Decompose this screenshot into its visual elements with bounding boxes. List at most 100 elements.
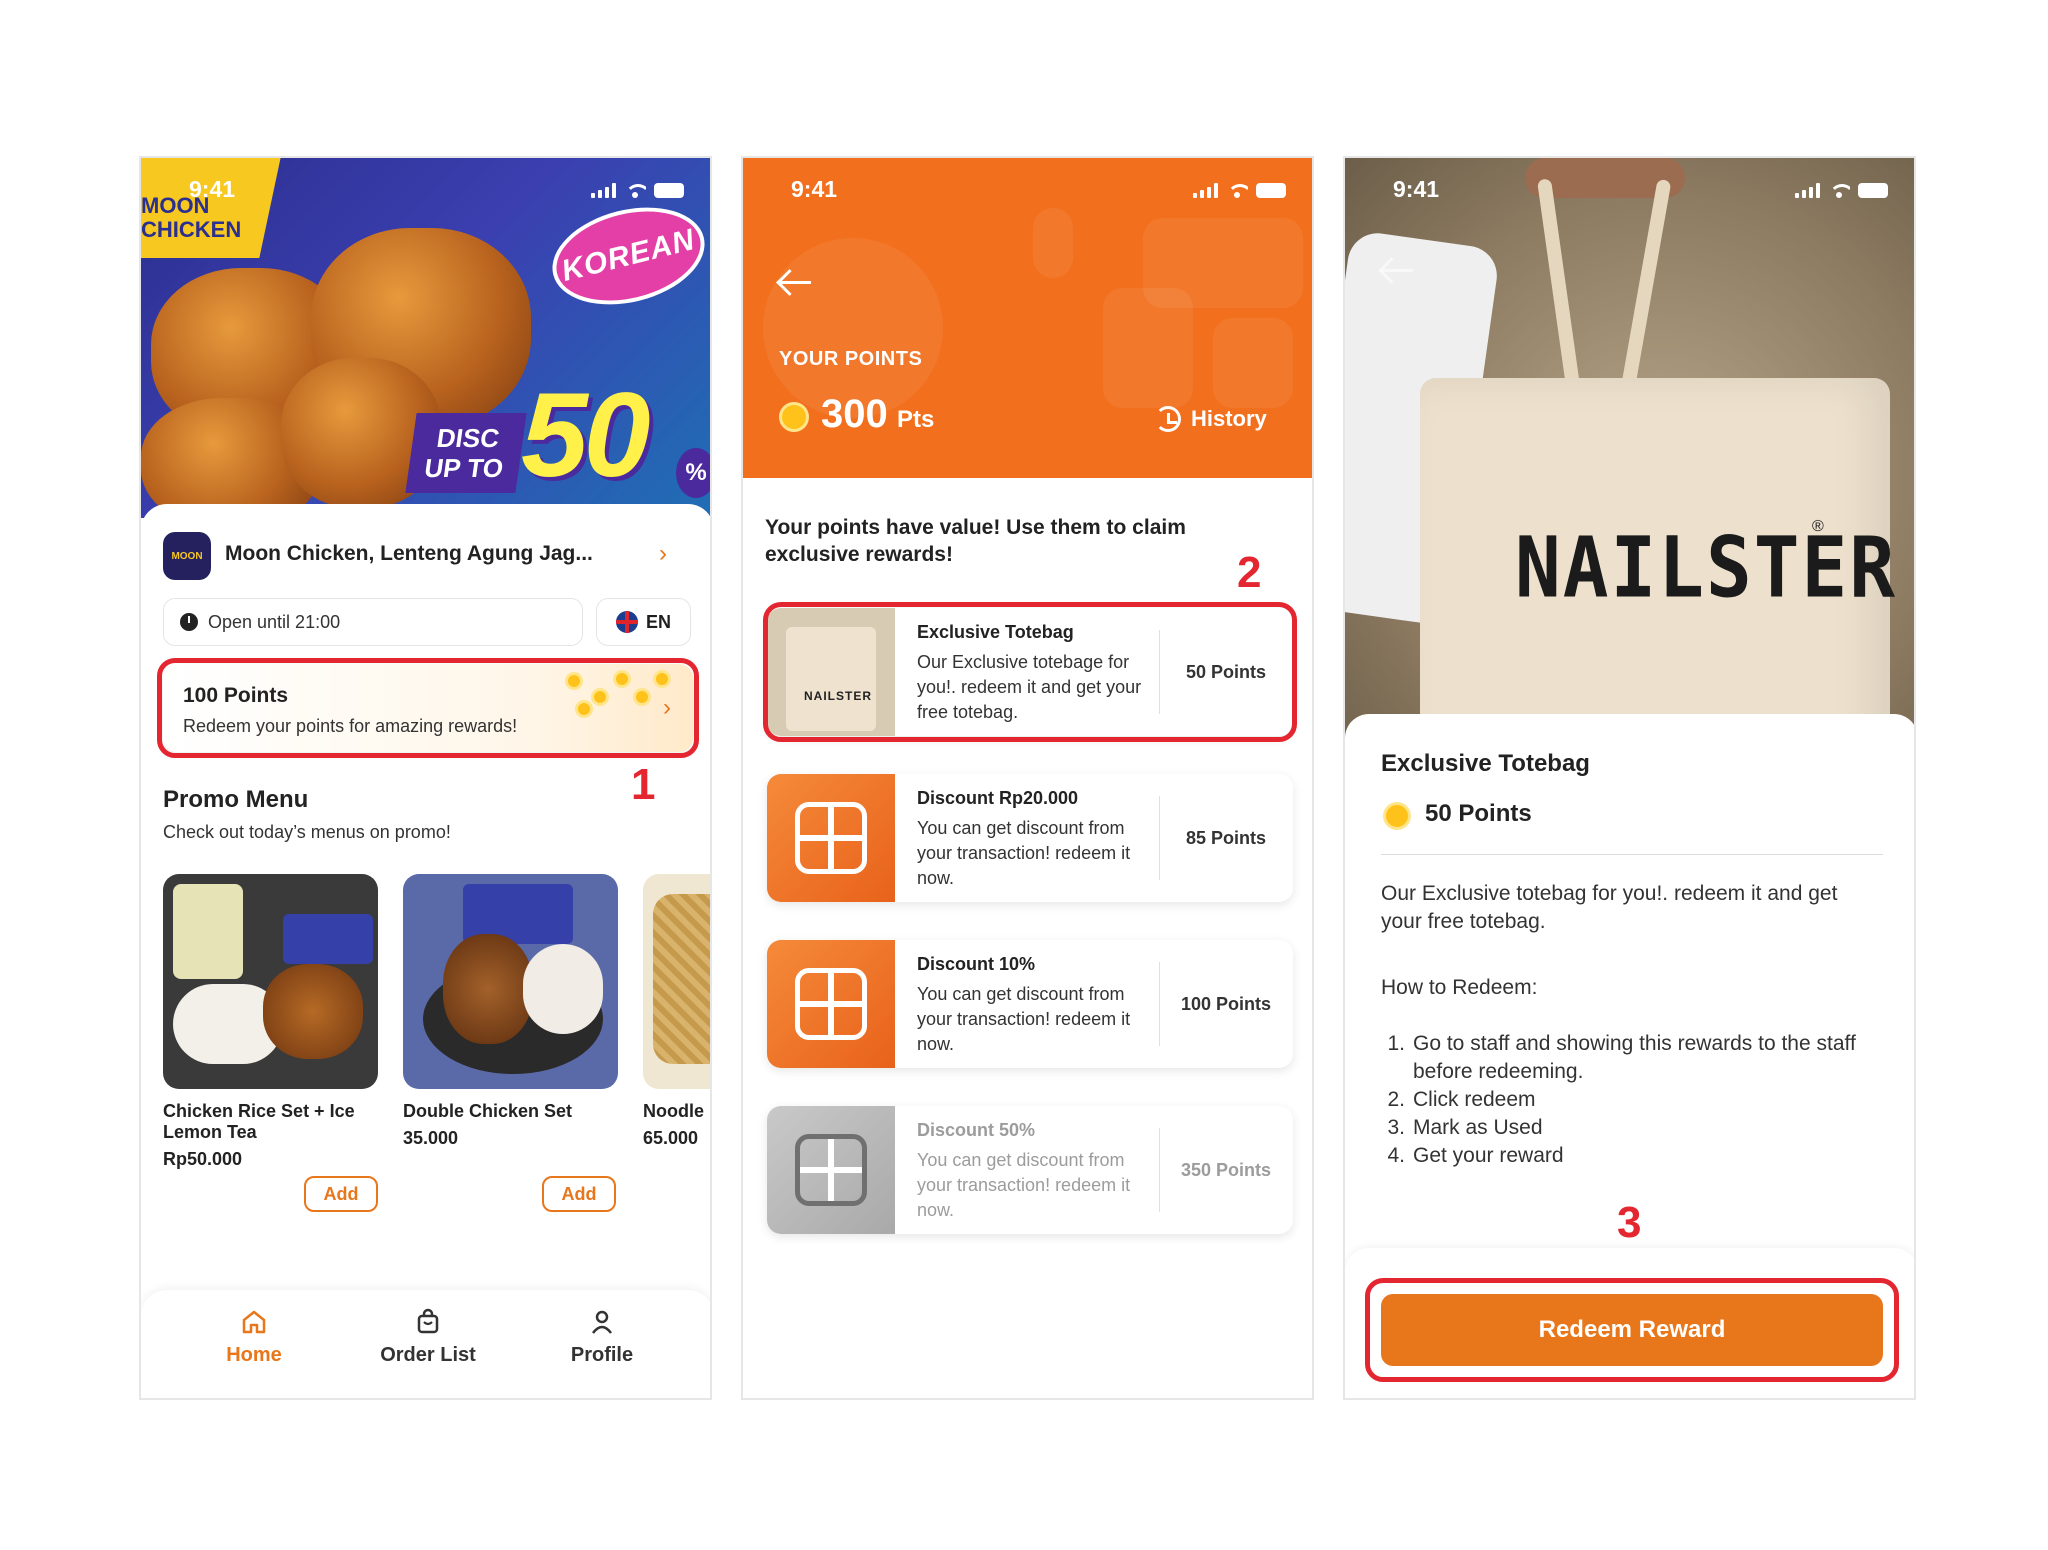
totebag-image: NAILSTER ® — [1420, 378, 1895, 738]
menu-item[interactable]: Noodle 65.000 — [643, 874, 710, 1149]
store-logo: MOON — [163, 532, 211, 580]
points-screen: 9:41 YOUR POINTS 300 Pts History Your po… — [741, 156, 1314, 1400]
menu-price: Rp50.000 — [163, 1149, 243, 1169]
reward-description: You can get discount from your transacti… — [917, 818, 1131, 888]
menu-image — [163, 874, 378, 1089]
clock-icon — [180, 613, 198, 631]
signal-icon — [1193, 182, 1218, 198]
menu-name: Noodle — [643, 1101, 704, 1121]
your-points-label: YOUR POINTS — [779, 348, 923, 370]
step-number: 3 — [1617, 1198, 1642, 1247]
bag-brand-logo: NAILSTER — [1515, 518, 1898, 617]
step-index: 2. — [1387, 1088, 1405, 1111]
highlight-box — [763, 602, 1297, 742]
step-text: Get your reward — [1413, 1144, 1564, 1167]
rewards-intro: Your points have value! Use them to clai… — [765, 516, 1186, 566]
registered-mark: ® — [1812, 518, 1824, 535]
step-index: 4. — [1387, 1144, 1405, 1167]
reward-name: Discount 10% — [917, 954, 1036, 974]
add-button[interactable]: Add — [542, 1176, 616, 1212]
add-button[interactable]: Add — [304, 1176, 378, 1212]
highlight-box — [1365, 1278, 1899, 1382]
disc-line-1: DISC — [434, 423, 502, 453]
step-text: Click redeem — [1413, 1088, 1536, 1111]
reward-name: Discount 50% — [917, 1120, 1036, 1140]
home-icon — [240, 1308, 268, 1336]
back-arrow-icon[interactable] — [1379, 256, 1415, 286]
reward-card[interactable]: Discount 10% You can get discount from y… — [767, 940, 1293, 1068]
reward-card-disabled: Discount 50% You can get discount from y… — [767, 1106, 1293, 1234]
battery-icon — [654, 182, 684, 198]
coin-icon — [1383, 802, 1411, 830]
redeem-step: 4. Get your reward — [1381, 1142, 1883, 1170]
nav-order-label: Order List — [380, 1344, 476, 1366]
menu-item[interactable]: Double Chicken Set 35.000 — [403, 874, 618, 1149]
reward-thumbnail — [767, 774, 895, 902]
home-content: MOON Moon Chicken, Lenteng Agung Jag... … — [141, 504, 710, 1234]
coin-icon — [779, 402, 809, 432]
divider — [1381, 854, 1883, 855]
step-index: 3. — [1387, 1116, 1405, 1139]
menu-price: 65.000 — [643, 1128, 699, 1148]
reward-description: You can get discount from your transacti… — [917, 1150, 1131, 1220]
reward-points: 85 Points — [1185, 827, 1267, 848]
reward-detail-screen: NAILSTER ® 9:41 Exclusive Totebag 50 Poi… — [1343, 156, 1916, 1400]
opening-hours-text: Open until 21:00 — [208, 611, 341, 632]
redeem-steps: 1. Go to staff and showing this rewards t… — [1381, 1030, 1883, 1170]
promo-banner[interactable]: MOON CHICKEN KOREAN DISC UP TO 50 % — [141, 158, 710, 518]
reward-description: You can get discount from your transacti… — [917, 984, 1131, 1054]
language-selector[interactable]: EN — [596, 598, 691, 646]
step-index: 1. — [1387, 1032, 1405, 1055]
korean-sticker: KOREAN — [542, 192, 710, 320]
redeem-step: 3. Mark as Used — [1381, 1114, 1883, 1142]
promo-title: Promo Menu — [163, 786, 309, 813]
points-unit: Pts — [897, 406, 935, 433]
history-label: History — [1191, 406, 1267, 431]
disc-line-2: UP TO — [422, 453, 506, 483]
store-name: Moon Chicken, Lenteng Agung Jag... — [225, 542, 593, 565]
status-bar: 9:41 — [141, 176, 710, 206]
menu-price: 35.000 — [403, 1128, 459, 1148]
reward-points: 50 Points — [1425, 800, 1532, 827]
menu-image — [643, 874, 710, 1089]
battery-icon — [1858, 182, 1888, 198]
opening-hours: Open until 21:00 — [163, 598, 583, 646]
discount-value: 50 — [521, 368, 650, 502]
nav-home[interactable]: Home — [184, 1308, 324, 1367]
reward-thumbnail — [767, 1106, 895, 1234]
history-button[interactable]: History — [1155, 406, 1267, 432]
reward-points: 350 Points — [1180, 1159, 1272, 1180]
nav-profile-label: Profile — [570, 1344, 634, 1366]
language-code: EN — [645, 611, 671, 632]
signal-icon — [591, 182, 616, 198]
nav-profile[interactable]: Profile — [532, 1308, 672, 1367]
store-selector[interactable]: MOON Moon Chicken, Lenteng Agung Jag... … — [163, 528, 693, 584]
how-to-redeem-title: How to Redeem: — [1381, 976, 1538, 999]
status-time: 9:41 — [189, 176, 236, 202]
percent-sign: % — [676, 448, 710, 498]
uk-flag-icon — [615, 611, 638, 633]
nav-order-list[interactable]: Order List — [358, 1308, 498, 1367]
step-text: Mark as Used — [1413, 1116, 1543, 1139]
menu-image — [403, 874, 618, 1089]
menu-name: Double Chicken Set — [403, 1101, 573, 1121]
back-arrow-icon[interactable] — [777, 268, 813, 298]
reward-card[interactable]: Discount Rp20.000 You can get discount f… — [767, 774, 1293, 902]
status-bar: 9:41 — [1345, 176, 1914, 206]
gift-icon — [795, 802, 867, 874]
bag-icon — [414, 1308, 442, 1336]
menu-item[interactable]: Chicken Rice Set + Ice Lemon Tea Rp50.00… — [163, 874, 378, 1170]
home-screen: 9:41 MOON CHICKEN KOREAN DISC UP TO 50 % … — [139, 156, 712, 1400]
sticker-text: KOREAN — [558, 223, 699, 288]
disc-label: DISC UP TO — [405, 413, 527, 493]
reward-photo: NAILSTER ® — [1345, 158, 1914, 738]
user-icon — [588, 1308, 616, 1336]
points-value: 300 — [821, 392, 888, 436]
battery-icon — [1256, 182, 1286, 198]
reward-description: Our Exclusive totebag for you!. redeem i… — [1381, 882, 1838, 933]
signal-icon — [1795, 182, 1820, 198]
wifi-icon — [1828, 182, 1850, 198]
reward-points: 100 Points — [1180, 993, 1272, 1014]
highlight-box — [157, 658, 699, 758]
redeem-step: 2. Click redeem — [1381, 1086, 1883, 1114]
